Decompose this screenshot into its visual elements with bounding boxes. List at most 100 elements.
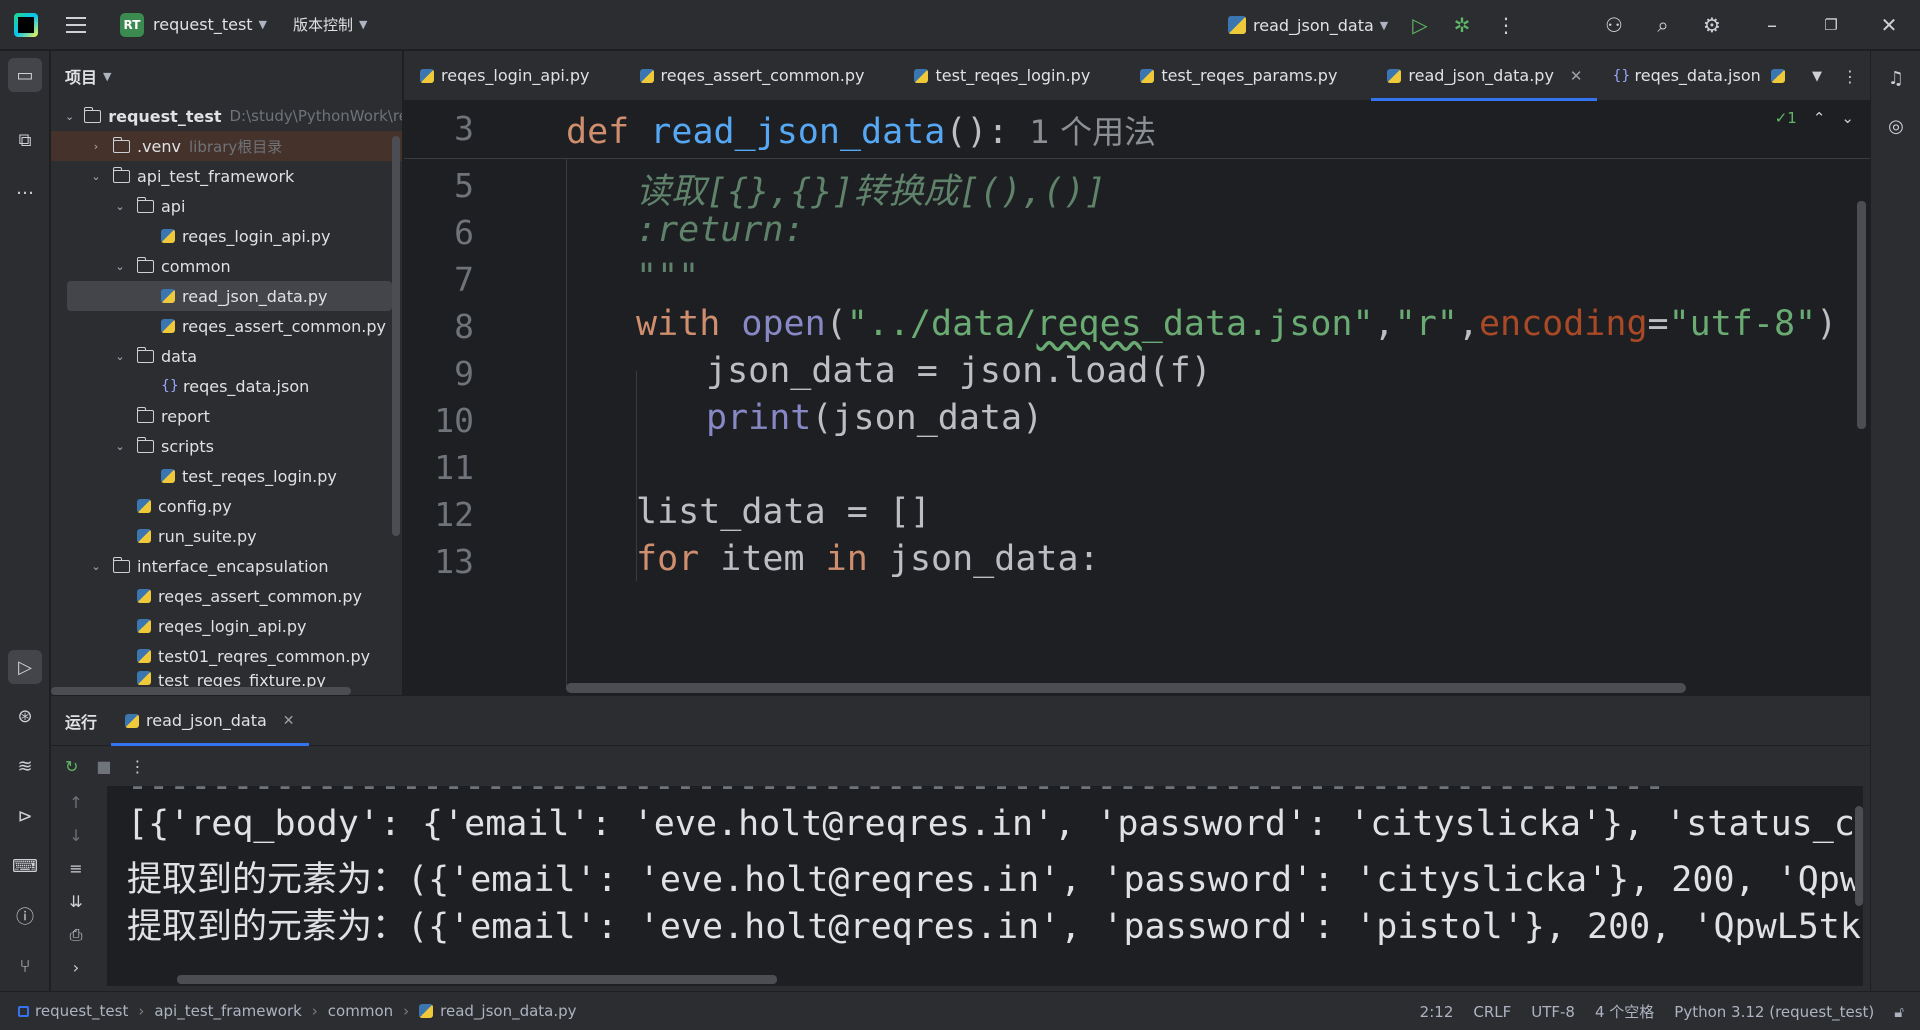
breadcrumb-item[interactable]: common	[328, 1002, 393, 1020]
tree-item-scripts[interactable]: ⌄ scripts	[51, 431, 402, 461]
tree-item-common[interactable]: ⌄ common	[51, 251, 402, 281]
code-editor[interactable]: ✓1 ⌃ ⌄ 3 def read_json_data(): 1 个用法 5 读…	[404, 101, 1870, 695]
inspection-widget[interactable]: ✓1 ⌃ ⌄	[1775, 109, 1854, 127]
print-icon[interactable]: ⎙	[51, 918, 101, 951]
line-number: 6	[454, 213, 474, 252]
rerun-icon[interactable]: ↻	[65, 757, 78, 776]
project-folder-icon[interactable]: ▭	[8, 58, 42, 92]
tab-test-reqes-params[interactable]: test_reqes_params.py	[1104, 51, 1351, 101]
main-menu-icon[interactable]	[66, 16, 86, 33]
tab-reqes-assert-common[interactable]: reqes_assert_common.py	[604, 51, 879, 101]
debug-icon[interactable]: ✲	[1450, 13, 1474, 37]
run-tab-read-json-data[interactable]: read_json_data ✕	[111, 696, 309, 746]
settings-gear-icon[interactable]: ⚙	[1700, 13, 1724, 37]
run-tool-icon[interactable]: ▷	[8, 650, 42, 684]
project-vertical-scrollbar[interactable]	[392, 136, 400, 536]
expand-icon[interactable]: ›	[51, 951, 101, 984]
structure-icon[interactable]: ⧉	[8, 123, 42, 157]
tree-item-config[interactable]: config.py	[51, 491, 402, 521]
breadcrumb-item[interactable]: read_json_data.py	[440, 1002, 576, 1020]
vcs-menu[interactable]: 版本控制 ▼	[293, 0, 367, 50]
more-actions-icon[interactable]: ⋮	[1494, 13, 1518, 37]
tree-item-read-json-data[interactable]: read_json_data.py	[67, 281, 392, 311]
git-branch-icon[interactable]: ⑂	[8, 949, 42, 983]
tree-item-reqes-login-api[interactable]: reqes_login_api.py	[51, 221, 402, 251]
tree-item-test-reqes-fixture[interactable]: test_reqes_fixture.py	[51, 671, 402, 687]
tree-item-api-test-framework[interactable]: ⌄ api_test_framework	[51, 161, 402, 191]
close-tab-icon[interactable]: ✕	[1570, 67, 1583, 85]
add-user-icon[interactable]: ⚇	[1602, 13, 1626, 37]
folder-icon	[136, 196, 154, 213]
tree-item-test01-reqres-common[interactable]: test01_reqres_common.py	[51, 641, 402, 671]
stop-icon[interactable]: ■	[96, 757, 111, 776]
scroll-to-end-icon[interactable]: ⇊	[51, 885, 101, 918]
project-switcher[interactable]: request_test ▼	[153, 0, 267, 50]
more-options-icon[interactable]: ⋮	[130, 757, 146, 776]
python-file-icon	[914, 68, 929, 83]
tree-item-run-suite[interactable]: run_suite.py	[51, 521, 402, 551]
project-badge[interactable]: RT	[120, 12, 144, 37]
lock-icon[interactable]: 🔓︎	[1894, 1003, 1904, 1021]
chevron-right-icon: ›	[311, 1002, 318, 1020]
file-encoding[interactable]: UTF-8	[1531, 1003, 1575, 1021]
problems-icon[interactable]: ⓘ	[8, 899, 42, 933]
tab-more-icon[interactable]: ⋮	[1842, 67, 1858, 86]
tab-list-chevron-icon[interactable]: ▼	[1812, 69, 1822, 84]
close-tab-icon[interactable]: ✕	[283, 713, 295, 729]
tree-item-venv[interactable]: › .venv library根目录	[51, 131, 402, 161]
breadcrumb-item[interactable]: api_test_framework	[154, 1002, 301, 1020]
console-output[interactable]: ----------------------------------------…	[107, 786, 1863, 986]
services-icon[interactable]: ⊳	[8, 799, 42, 833]
tree-item-test-reqes-login[interactable]: test_reqes_login.py	[51, 461, 402, 491]
code-text: (	[825, 304, 847, 344]
notifications-bell-icon[interactable]: ♫	[1879, 61, 1913, 95]
editor-vertical-scrollbar[interactable]	[1857, 201, 1866, 429]
ai-assistant-icon[interactable]: ◎	[1879, 109, 1913, 143]
tree-item-root[interactable]: ⌄ request_test D:\study\PythonWork\req	[51, 101, 402, 131]
tab-test-reqes-login[interactable]: test_reqes_login.py	[878, 51, 1104, 101]
soft-wrap-icon[interactable]: ≡	[51, 852, 101, 885]
line-separator[interactable]: CRLF	[1473, 1003, 1511, 1021]
layers-icon[interactable]: ≋	[8, 749, 42, 783]
python-file-icon	[161, 289, 175, 303]
python-file-icon[interactable]	[1771, 69, 1785, 83]
console-vertical-scrollbar[interactable]	[1855, 806, 1863, 906]
chevron-down-icon: ⌄	[115, 349, 125, 363]
console-horizontal-scrollbar[interactable]	[177, 975, 777, 984]
scroll-up-icon[interactable]: ↑	[51, 786, 101, 819]
editor-horizontal-scrollbar[interactable]	[566, 683, 1686, 693]
tree-item-interface-encapsulation[interactable]: ⌄ interface_encapsulation	[51, 551, 402, 581]
chevron-up-icon[interactable]: ⌃	[1813, 109, 1826, 127]
project-horizontal-scrollbar[interactable]	[51, 687, 351, 695]
python-file-icon	[137, 499, 151, 513]
code-text: ,	[1373, 304, 1395, 344]
tab-reqes-data-json[interactable]: {} reqes_data.json	[1597, 51, 1775, 101]
sticky-header[interactable]: 3 def read_json_data(): 1 个用法	[404, 101, 1870, 159]
tree-item-reqes-data-json[interactable]: {} reqes_data.json	[51, 371, 402, 401]
more-tools-icon[interactable]: …	[8, 171, 42, 205]
breadcrumb-item[interactable]: request_test	[35, 1002, 128, 1020]
cursor-position[interactable]: 2:12	[1420, 1003, 1454, 1021]
tree-item-reqes-assert-common[interactable]: reqes_assert_common.py	[51, 311, 402, 341]
restore-window-icon[interactable]: ❐	[1819, 13, 1843, 37]
project-panel-header[interactable]: 项目 ▼	[51, 51, 402, 101]
close-window-icon[interactable]: ✕	[1877, 13, 1901, 37]
tree-item-report[interactable]: report	[51, 401, 402, 431]
usages-hint[interactable]: 1 个用法	[1030, 113, 1157, 151]
tree-item-ie-reqes-assert-common[interactable]: reqes_assert_common.py	[51, 581, 402, 611]
python-console-icon[interactable]: ⊛	[8, 699, 42, 733]
tree-item-data[interactable]: ⌄ data	[51, 341, 402, 371]
search-icon[interactable]: ⌕	[1651, 13, 1675, 37]
scroll-down-icon[interactable]: ↓	[51, 819, 101, 852]
minimize-window-icon[interactable]: –	[1760, 13, 1784, 37]
tab-reqes-login-api[interactable]: reqes_login_api.py	[404, 51, 604, 101]
terminal-icon[interactable]: ⌨	[8, 849, 42, 883]
indent-setting[interactable]: 4 个空格	[1595, 1001, 1654, 1022]
run-configuration-selector[interactable]: read_json_data ▼	[1228, 0, 1388, 50]
chevron-down-icon[interactable]: ⌄	[1841, 109, 1854, 127]
python-interpreter[interactable]: Python 3.12 (request_test)	[1674, 1003, 1874, 1021]
run-icon[interactable]: ▷	[1408, 13, 1432, 37]
tree-item-api[interactable]: ⌄ api	[51, 191, 402, 221]
tree-item-ie-reqes-login-api[interactable]: reqes_login_api.py	[51, 611, 402, 641]
tab-read-json-data[interactable]: read_json_data.py ✕	[1371, 51, 1597, 101]
